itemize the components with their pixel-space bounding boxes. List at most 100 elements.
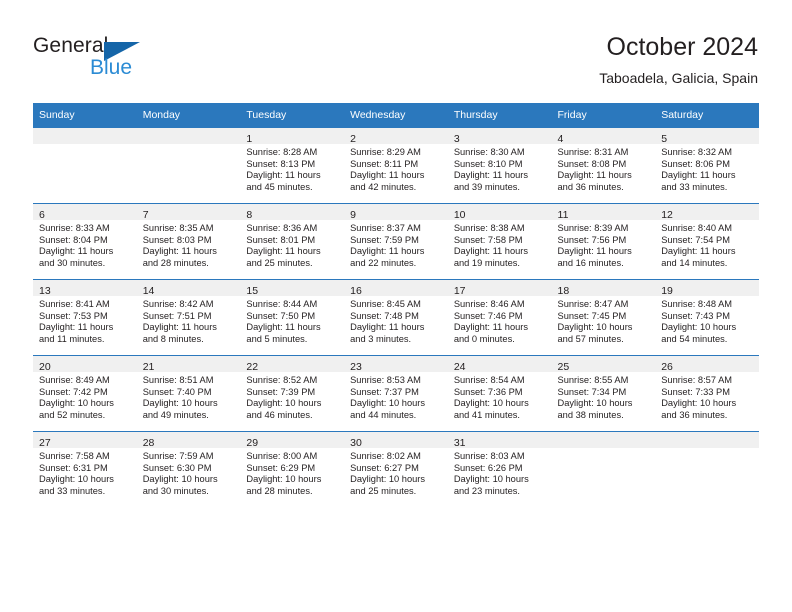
calendar-day-cell[interactable]: 11 Sunrise: 8:39 AM Sunset: 7:56 PM Dayligh… xyxy=(551,203,656,280)
sunset-text: Sunset: 7:43 PM xyxy=(661,310,730,321)
day-number-band xyxy=(551,432,656,448)
daylight-text-line2: and 16 minutes. xyxy=(557,257,624,268)
day-cell-details: Sunrise: 8:03 AM Sunset: 6:26 PM Daylight:… xyxy=(448,448,552,497)
calendar-day-cell[interactable]: 2 Sunrise: 8:29 AM Sunset: 8:11 PM Daylight… xyxy=(344,127,448,204)
calendar-day-cell[interactable]: 19 Sunrise: 8:48 AM Sunset: 7:43 PM Dayligh… xyxy=(655,279,759,356)
day-cell-inner: 15 Sunrise: 8:44 AM Sunset: 7:50 PM Dayligh… xyxy=(240,280,345,355)
day-number: 23 xyxy=(350,361,362,373)
calendar-day-cell[interactable]: 30 Sunrise: 8:02 AM Sunset: 6:27 PM Dayligh… xyxy=(344,431,448,507)
daylight-text-line1: Daylight: 10 hours xyxy=(142,398,218,409)
sunset-text: Sunset: 6:26 PM xyxy=(453,462,523,473)
sunrise-text: Sunrise: 8:31 AM xyxy=(557,147,629,157)
daylight-text-line2: and 5 minutes. xyxy=(246,333,308,344)
calendar-day-cell[interactable]: 13 Sunrise: 8:41 AM Sunset: 7:53 PM Dayligh… xyxy=(33,279,137,356)
day-cell-details xyxy=(33,144,137,147)
day-number-band: 19 xyxy=(655,280,759,297)
day-number-band: 30 xyxy=(344,432,448,449)
day-number: 3 xyxy=(453,133,460,145)
day-cell-inner: 20 Sunrise: 8:49 AM Sunset: 7:42 PM Dayligh… xyxy=(33,356,137,431)
calendar-day-cell[interactable]: 22 Sunrise: 8:52 AM Sunset: 7:39 PM Dayligh… xyxy=(240,355,345,432)
daylight-text-line2: and 3 minutes. xyxy=(350,333,412,344)
day-number-band: 14 xyxy=(136,280,241,297)
day-number: 16 xyxy=(350,285,362,297)
weekday-header-tuesday: Tuesday xyxy=(240,103,345,128)
sunrise-text: Sunrise: 8:35 AM xyxy=(142,223,214,233)
calendar-day-cell[interactable]: 14 Sunrise: 8:42 AM Sunset: 7:51 PM Dayligh… xyxy=(136,279,241,356)
day-number: 28 xyxy=(142,437,155,449)
calendar-day-cell-empty xyxy=(33,127,137,204)
day-cell-inner: 27 Sunrise: 7:58 AM Sunset: 6:31 PM Dayligh… xyxy=(33,432,137,507)
calendar-day-cell[interactable]: 15 Sunrise: 8:44 AM Sunset: 7:50 PM Dayligh… xyxy=(240,279,345,356)
day-cell-details: Sunrise: 8:38 AM Sunset: 7:58 PM Daylight:… xyxy=(448,220,552,269)
daylight-text-line2: and 11 minutes. xyxy=(39,333,105,344)
day-number: 2 xyxy=(350,133,356,145)
calendar-day-cell[interactable]: 9 Sunrise: 8:37 AM Sunset: 7:59 PM Daylight… xyxy=(344,203,448,280)
calendar-day-cell[interactable]: 21 Sunrise: 8:51 AM Sunset: 7:40 PM Dayligh… xyxy=(136,355,241,432)
daylight-text-line2: and 25 minutes. xyxy=(246,257,313,268)
calendar-day-cell[interactable]: 24 Sunrise: 8:54 AM Sunset: 7:36 PM Dayligh… xyxy=(447,355,552,432)
day-number-band: 7 xyxy=(136,204,241,221)
calendar-day-cell[interactable]: 8 Sunrise: 8:36 AM Sunset: 8:01 PM Daylight… xyxy=(240,203,345,280)
calendar-day-cell[interactable]: 1 Sunrise: 8:28 AM Sunset: 8:13 PM Daylight… xyxy=(240,127,345,204)
day-number-band: 20 xyxy=(33,356,137,373)
weekday-header-monday: Monday xyxy=(136,103,241,128)
calendar-day-cell[interactable]: 12 Sunrise: 8:40 AM Sunset: 7:54 PM Dayligh… xyxy=(655,203,759,280)
day-cell-details: Sunrise: 8:54 AM Sunset: 7:36 PM Daylight:… xyxy=(448,372,552,421)
calendar-day-cell[interactable]: 4 Sunrise: 8:31 AM Sunset: 8:08 PM Daylight… xyxy=(551,127,656,204)
sunset-text: Sunset: 7:42 PM xyxy=(39,386,108,397)
day-cell-details: Sunrise: 8:30 AM Sunset: 8:10 PM Daylight:… xyxy=(448,144,552,193)
daylight-text-line2: and 52 minutes. xyxy=(39,409,106,420)
day-cell-details: Sunrise: 8:35 AM Sunset: 8:03 PM Daylight:… xyxy=(137,220,241,269)
calendar-day-cell[interactable]: 5 Sunrise: 8:32 AM Sunset: 8:06 PM Daylight… xyxy=(655,127,759,204)
day-cell-inner: 28 Sunrise: 7:59 AM Sunset: 6:30 PM Dayligh… xyxy=(136,432,241,507)
day-number-band: 10 xyxy=(447,204,552,221)
day-cell-details: Sunrise: 8:02 AM Sunset: 6:27 PM Daylight:… xyxy=(344,448,448,497)
day-cell-details xyxy=(137,144,241,147)
calendar-day-cell[interactable]: 29 Sunrise: 8:00 AM Sunset: 6:29 PM Dayligh… xyxy=(240,431,345,507)
sunrise-text: Sunrise: 8:55 AM xyxy=(557,375,629,385)
sunset-text: Sunset: 6:27 PM xyxy=(350,462,419,473)
calendar-day-cell[interactable]: 27 Sunrise: 7:58 AM Sunset: 6:31 PM Dayligh… xyxy=(33,431,137,507)
calendar-day-cell[interactable]: 18 Sunrise: 8:47 AM Sunset: 7:45 PM Dayligh… xyxy=(551,279,656,356)
daylight-text-line2: and 36 minutes. xyxy=(557,181,624,192)
calendar-day-cell[interactable]: 17 Sunrise: 8:46 AM Sunset: 7:46 PM Dayligh… xyxy=(447,279,552,356)
calendar-day-cell[interactable]: 3 Sunrise: 8:30 AM Sunset: 8:10 PM Daylight… xyxy=(447,127,552,204)
daylight-text-line1: Daylight: 10 hours xyxy=(350,474,426,485)
day-number-band: 22 xyxy=(240,356,345,373)
day-cell-details: Sunrise: 8:32 AM Sunset: 8:06 PM Daylight:… xyxy=(655,144,759,193)
sunrise-text: Sunrise: 8:32 AM xyxy=(661,147,733,157)
sunset-text: Sunset: 8:01 PM xyxy=(246,234,316,245)
day-cell-inner xyxy=(136,128,241,203)
daylight-text-line2: and 28 minutes. xyxy=(246,485,313,496)
day-number: 18 xyxy=(557,285,570,297)
day-number: 19 xyxy=(661,285,673,297)
calendar-day-cell[interactable]: 7 Sunrise: 8:35 AM Sunset: 8:03 PM Daylight… xyxy=(136,203,241,280)
calendar-day-cell[interactable]: 23 Sunrise: 8:53 AM Sunset: 7:37 PM Dayligh… xyxy=(344,355,448,432)
calendar-day-cell[interactable]: 10 Sunrise: 8:38 AM Sunset: 7:58 PM Dayligh… xyxy=(447,203,552,280)
calendar-day-cell[interactable]: 20 Sunrise: 8:49 AM Sunset: 7:42 PM Dayligh… xyxy=(33,355,137,432)
day-cell-details: Sunrise: 8:42 AM Sunset: 7:51 PM Daylight:… xyxy=(137,296,241,345)
calendar-day-cell[interactable]: 16 Sunrise: 8:45 AM Sunset: 7:48 PM Dayligh… xyxy=(344,279,448,356)
daylight-text-line1: Daylight: 11 hours xyxy=(39,246,114,257)
weekday-header-row: Sunday Monday Tuesday Wednesday Thursday Frid… xyxy=(33,103,759,128)
day-cell-inner: 14 Sunrise: 8:42 AM Sunset: 7:51 PM Dayligh… xyxy=(136,280,241,355)
day-cell-details: Sunrise: 8:36 AM Sunset: 8:01 PM Daylight:… xyxy=(240,220,344,269)
calendar-day-cell[interactable]: 26 Sunrise: 8:57 AM Sunset: 7:33 PM Dayligh… xyxy=(655,355,759,432)
calendar-day-cell[interactable]: 31 Sunrise: 8:03 AM Sunset: 6:26 PM Dayligh… xyxy=(447,431,552,507)
daylight-text-line2: and 0 minutes. xyxy=(453,333,515,344)
daylight-text-line1: Daylight: 11 hours xyxy=(453,170,529,181)
day-cell-inner: 25 Sunrise: 8:55 AM Sunset: 7:34 PM Dayligh… xyxy=(551,356,656,431)
day-cell-details: Sunrise: 8:28 AM Sunset: 8:13 PM Daylight:… xyxy=(240,144,344,193)
daylight-text-line1: Daylight: 11 hours xyxy=(453,322,529,333)
sunset-text: Sunset: 7:59 PM xyxy=(350,234,419,245)
calendar-day-cell[interactable]: 28 Sunrise: 7:59 AM Sunset: 6:30 PM Dayligh… xyxy=(136,431,241,507)
sunrise-text: Sunrise: 8:54 AM xyxy=(453,375,525,385)
calendar-day-cell[interactable]: 25 Sunrise: 8:55 AM Sunset: 7:34 PM Dayligh… xyxy=(551,355,656,432)
day-cell-inner: 22 Sunrise: 8:52 AM Sunset: 7:39 PM Dayligh… xyxy=(240,356,345,431)
daylight-text-line2: and 49 minutes. xyxy=(142,409,209,420)
daylight-text-line2: and 57 minutes. xyxy=(557,333,624,344)
day-cell-details: Sunrise: 8:47 AM Sunset: 7:45 PM Daylight:… xyxy=(552,296,656,345)
calendar-day-cell[interactable]: 6 Sunrise: 8:33 AM Sunset: 8:04 PM Daylight… xyxy=(33,203,137,280)
day-number: 31 xyxy=(453,437,466,449)
day-number: 21 xyxy=(142,361,155,373)
